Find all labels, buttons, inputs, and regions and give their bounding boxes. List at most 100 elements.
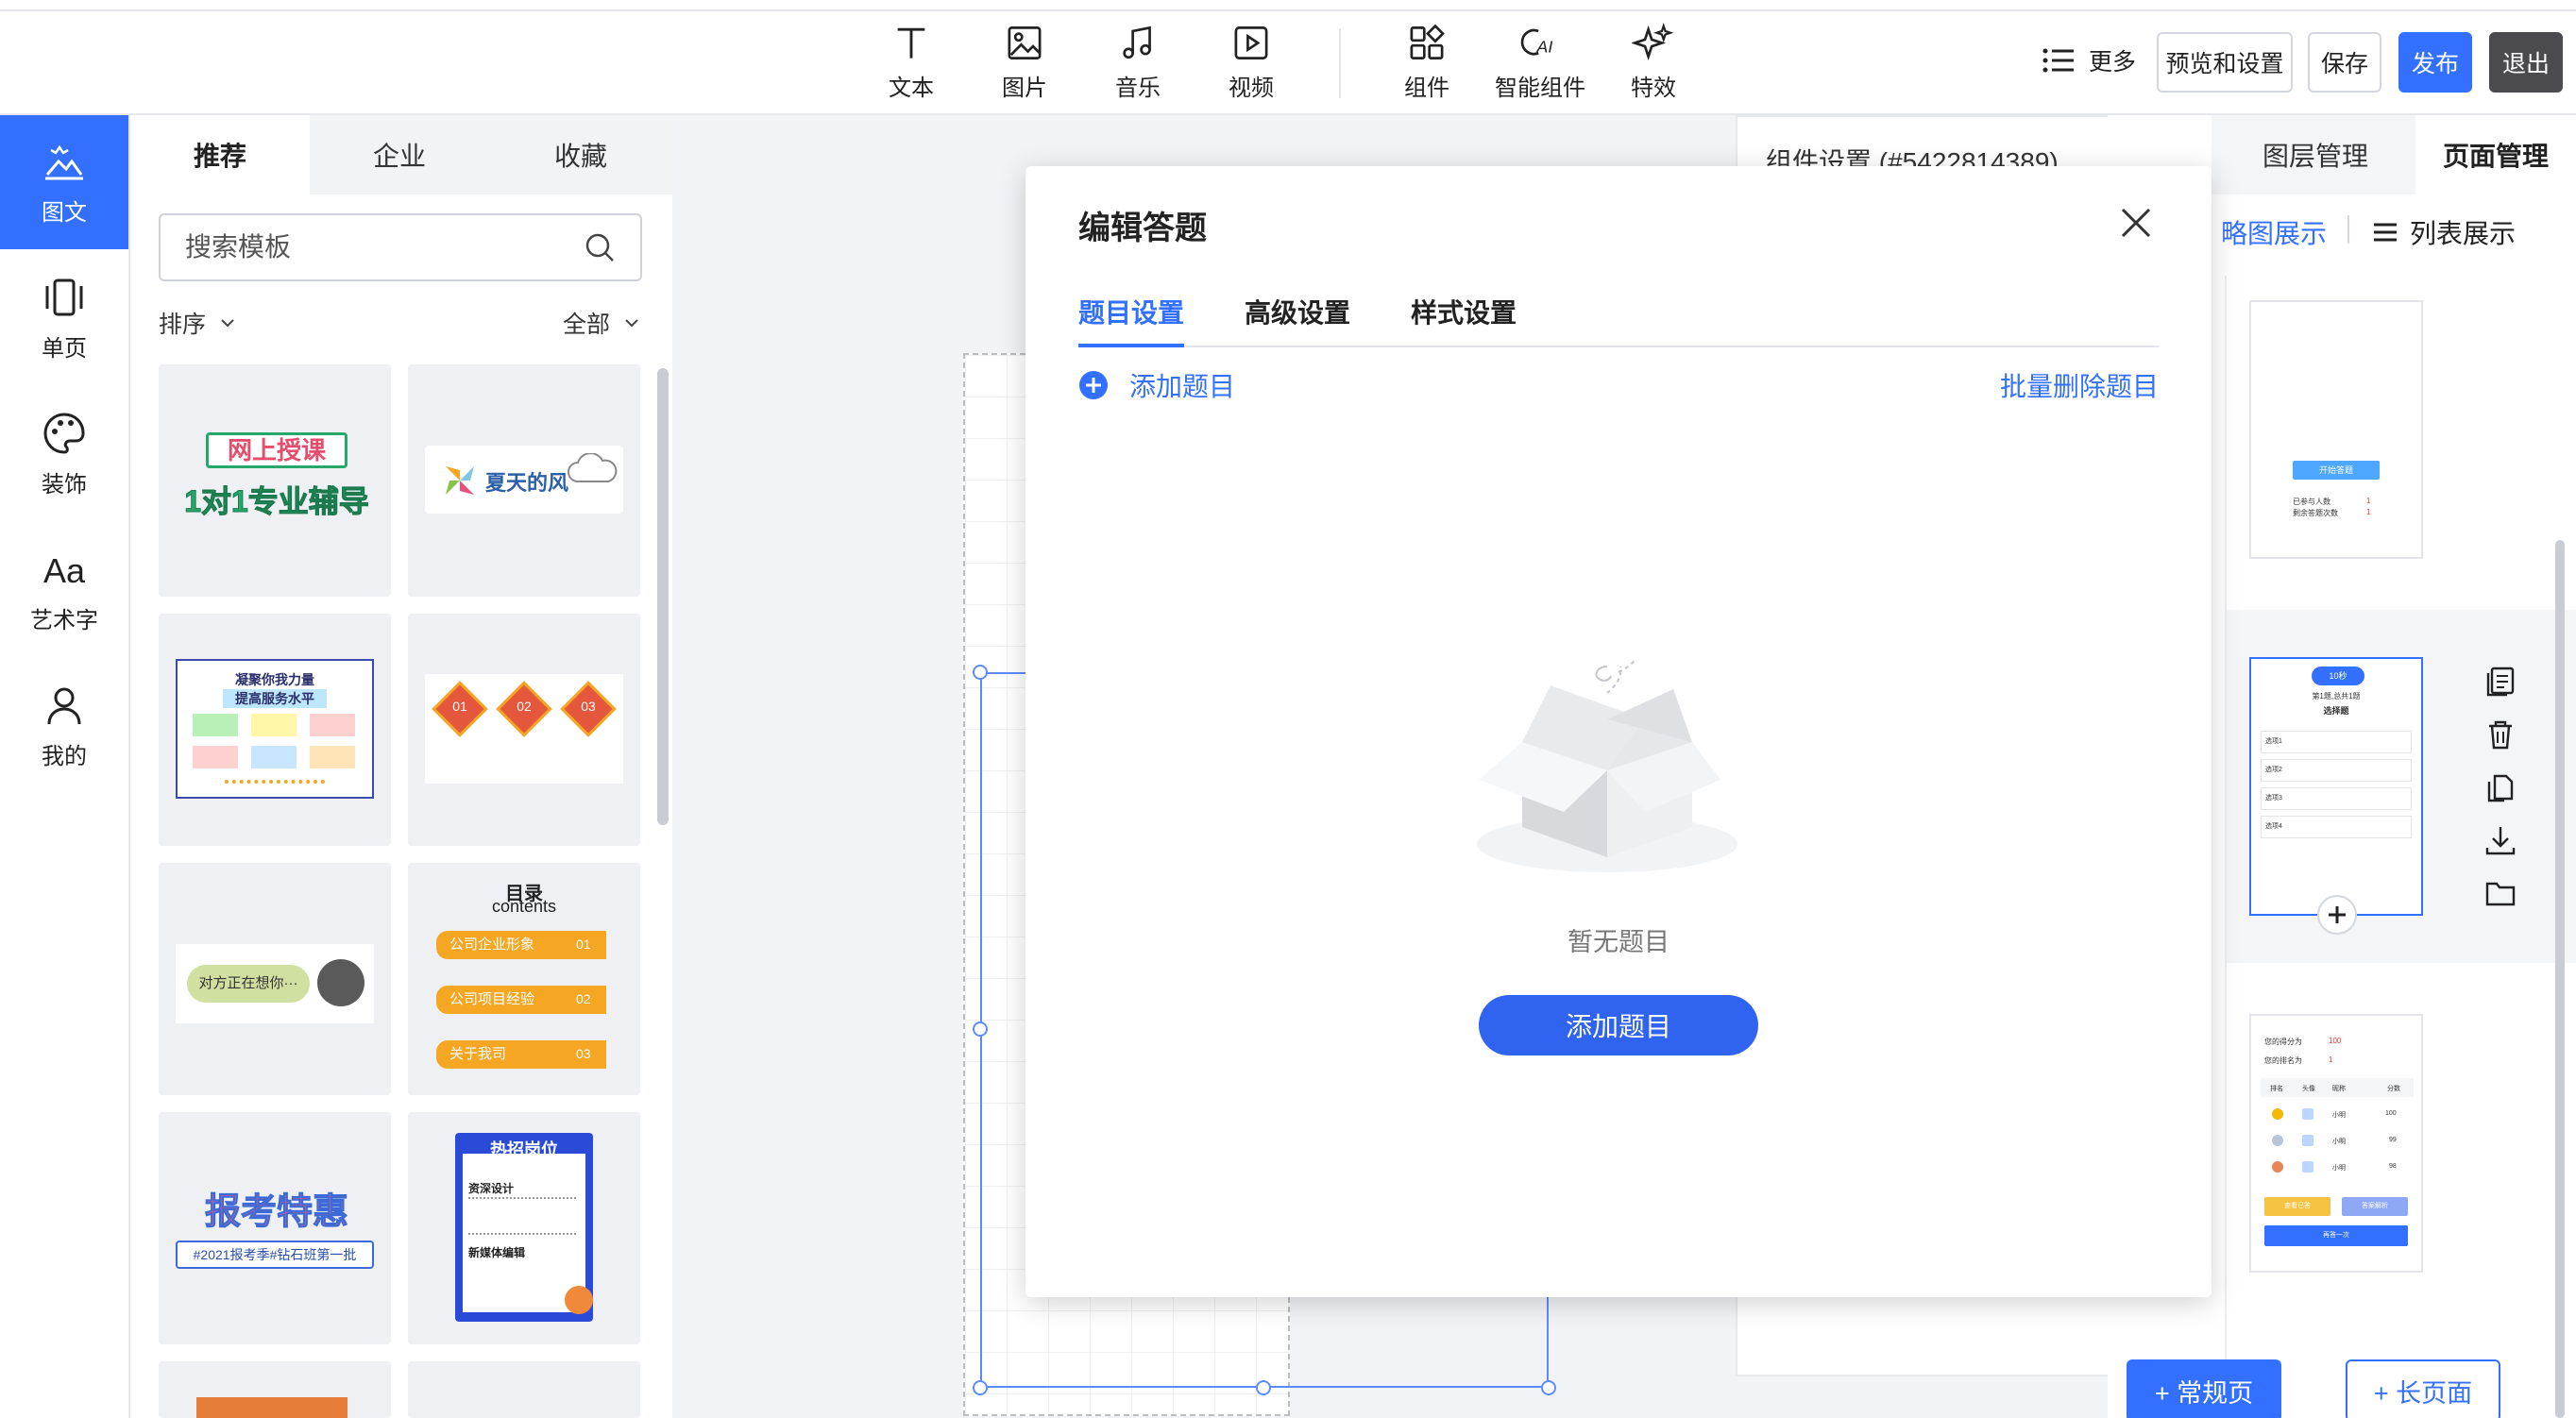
- single-page-icon: [45, 279, 83, 315]
- add-question-link[interactable]: 添加题目: [1078, 366, 1235, 404]
- template-card[interactable]: 网上授课 1对1专业辅导: [159, 364, 391, 597]
- thumb-text: 1: [2366, 508, 2371, 516]
- batch-delete-link[interactable]: 批量删除题目: [1998, 366, 2159, 404]
- search-input[interactable]: [185, 232, 584, 262]
- user-icon: [47, 687, 81, 724]
- template-card[interactable]: [408, 1361, 640, 1418]
- duplicate-icon[interactable]: [2483, 770, 2517, 804]
- palette-icon: [43, 412, 85, 454]
- tab-layers[interactable]: 图层管理: [2230, 115, 2400, 194]
- thumb-text: 查看已答: [2264, 1197, 2330, 1216]
- thumb-view-toggle[interactable]: 略图展示: [2221, 213, 2327, 251]
- svg-text:Aa: Aa: [43, 551, 86, 590]
- empty-box-illustration: [1477, 658, 1737, 872]
- add-page-button[interactable]: [2317, 895, 2357, 935]
- add-question-button[interactable]: 添加题目: [1479, 995, 1758, 1055]
- save-button[interactable]: 保存: [2308, 32, 2381, 93]
- left-nav: 图文 单页 装饰 Aa 艺术字 我的: [0, 115, 130, 1418]
- thumb-text: 排名: [2270, 1086, 2283, 1092]
- tab-style-settings[interactable]: 样式设置: [1411, 293, 1517, 347]
- nav-image-text[interactable]: 图文: [0, 115, 128, 249]
- card-text: 网上授课: [206, 432, 347, 468]
- tab-question-settings[interactable]: 题目设置: [1078, 293, 1185, 347]
- card-text: 02: [576, 991, 591, 1006]
- copy-icon[interactable]: [2483, 665, 2517, 699]
- tab-favorites[interactable]: 收藏: [489, 115, 672, 194]
- nav-label: 装饰: [42, 471, 87, 498]
- download-icon[interactable]: [2483, 823, 2517, 857]
- thumb-text: 1: [2329, 1055, 2333, 1064]
- resize-handle[interactable]: [973, 665, 988, 680]
- tool-label: 组件: [1404, 76, 1449, 101]
- template-card[interactable]: 夏天的风: [408, 364, 640, 597]
- template-card[interactable]: 热招岗位 资深设计 新媒体编辑: [408, 1112, 640, 1344]
- template-card[interactable]: 对方正在想你···: [159, 863, 391, 1095]
- resize-handle[interactable]: [1256, 1380, 1271, 1395]
- card-block: [251, 714, 297, 736]
- thumb-text: 选项4: [2261, 816, 2412, 838]
- tab-recommended[interactable]: 推荐: [130, 115, 310, 194]
- add-long-page-button[interactable]: + 长页面: [2346, 1359, 2500, 1418]
- resize-handle[interactable]: [973, 1380, 988, 1395]
- card-text: 对方正在想你···: [187, 965, 310, 1003]
- more-label: 更多: [2089, 49, 2137, 76]
- top-toolbar: 文本 图片 音乐 视频 组件 AI 智能组件 特效 更多 预览和设置 保存 发布…: [0, 0, 2576, 115]
- trash-icon[interactable]: [2483, 717, 2517, 751]
- chevron-down-icon: [221, 319, 234, 328]
- add-normal-page-button[interactable]: + 常规页: [2127, 1359, 2281, 1418]
- nav-label: 图文: [42, 199, 87, 226]
- edit-quiz-modal: 编辑答题 题目设置 高级设置 样式设置 添加题目 批量删除题目 暂无题目 添加题…: [1025, 166, 2212, 1297]
- sort-dropdown[interactable]: 排序: [159, 306, 236, 340]
- nav-decoration[interactable]: 装饰: [0, 387, 128, 521]
- card-lines: [468, 1197, 576, 1235]
- medal-icon: [2272, 1108, 2283, 1120]
- nav-art-text[interactable]: Aa 艺术字: [0, 523, 128, 657]
- tool-text[interactable]: 文本: [859, 23, 963, 102]
- medal-icon: [2272, 1135, 2283, 1146]
- pages-scrollbar[interactable]: [2555, 540, 2565, 1418]
- tool-ai-components[interactable]: AI 智能组件: [1488, 23, 1592, 102]
- tool-components[interactable]: 组件: [1375, 23, 1479, 102]
- tool-image[interactable]: 图片: [973, 23, 1076, 102]
- thumb-text: 10秒: [2312, 667, 2364, 685]
- thumb-text: 已参与人数: [2293, 498, 2330, 506]
- tool-effects[interactable]: 特效: [1602, 23, 1705, 102]
- image-icon: [1008, 26, 1042, 59]
- tool-music[interactable]: 音乐: [1086, 23, 1190, 102]
- card-text: 报考特惠: [204, 1192, 348, 1233]
- tab-pages[interactable]: 页面管理: [2415, 115, 2576, 194]
- more-menu[interactable]: 更多: [2042, 43, 2136, 77]
- resize-handle[interactable]: [973, 1021, 988, 1037]
- list-icon: [2374, 223, 2397, 242]
- nav-single-page[interactable]: 单页: [0, 251, 128, 385]
- nav-label: 我的: [42, 743, 87, 769]
- template-card[interactable]: 报考特惠 #2021报考季#钻石班第一批: [159, 1112, 391, 1344]
- folder-icon[interactable]: [2483, 876, 2517, 910]
- publish-button[interactable]: 发布: [2398, 32, 2472, 93]
- exit-button[interactable]: 退出: [2489, 32, 2563, 93]
- tab-enterprise[interactable]: 企业: [310, 115, 489, 194]
- template-search[interactable]: [159, 213, 642, 281]
- card-text: 凝聚你我力量: [235, 672, 314, 687]
- list-view-toggle[interactable]: 列表展示: [2372, 213, 2516, 251]
- page-thumbnail[interactable]: 开始答题 已参与人数 剩余答题次数 1 1: [2249, 300, 2423, 559]
- tool-label: 特效: [1631, 76, 1676, 101]
- tool-video[interactable]: 视频: [1199, 23, 1303, 102]
- resize-handle[interactable]: [1541, 1380, 1556, 1395]
- card-block: [310, 714, 355, 736]
- template-card[interactable]: [159, 1361, 391, 1418]
- page-thumbnail[interactable]: 10秒 第1题,总共1题 选择题 选项1 选项2 选项3 选项4: [2249, 657, 2423, 916]
- close-icon[interactable]: [2119, 206, 2153, 240]
- image-text-icon: [45, 144, 83, 179]
- tab-advanced-settings[interactable]: 高级设置: [1245, 293, 1350, 347]
- template-card[interactable]: 凝聚你我力量 提高服务水平: [159, 614, 391, 846]
- tabs-divider: [1078, 346, 2159, 347]
- nav-mine[interactable]: 我的: [0, 659, 128, 793]
- template-scrollbar[interactable]: [657, 368, 669, 825]
- template-card[interactable]: 01 02 03: [408, 614, 640, 846]
- filter-dropdown[interactable]: 全部: [563, 306, 640, 340]
- template-card[interactable]: 目录 contents 公司企业形象 01 公司项目经验 02 关于我司 03: [408, 863, 640, 1095]
- card-text: 夏天的风: [485, 471, 569, 495]
- preview-settings-button[interactable]: 预览和设置: [2157, 32, 2293, 93]
- page-thumbnail[interactable]: 您的得分为 100 您的排名为 1 排名 头像 昵称 分数 小明 100 小明 …: [2249, 1014, 2423, 1273]
